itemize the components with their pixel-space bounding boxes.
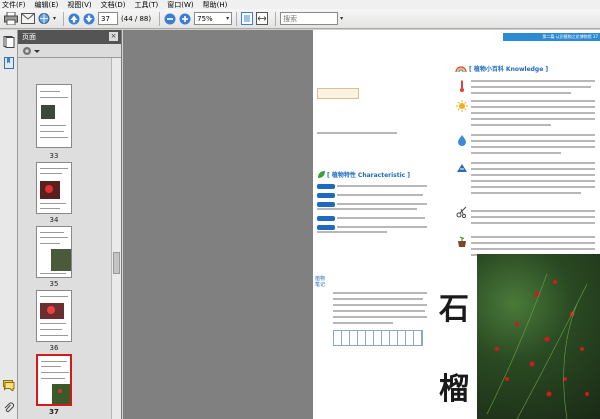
panel-header: 页面 × (18, 30, 121, 44)
pomegranate-photo (477, 254, 600, 419)
notes-grid (333, 330, 423, 346)
options-icon[interactable] (22, 46, 40, 56)
toolbar-divider (159, 11, 161, 26)
fit-page-icon (241, 12, 254, 25)
page-number-label: 34 (49, 216, 59, 224)
bookmarks-icon[interactable] (3, 57, 15, 69)
previous-page-button[interactable] (68, 11, 80, 26)
page-thumbnail[interactable] (36, 290, 72, 342)
title-char-1: 石 (439, 292, 469, 327)
title-char-2: 榴 (439, 372, 469, 407)
water-drop-icon (458, 135, 466, 146)
pdf-reader-window: 文件(F) 编辑(E) 视图(V) 文档(D) 工具(T) 窗口(W) 帮助(H… (0, 0, 600, 419)
envelope-icon (21, 13, 35, 24)
flower-dots (486, 273, 589, 419)
minus-circle-icon (164, 13, 176, 24)
thermometer-icon (460, 80, 464, 92)
page-number-label: 36 (49, 344, 59, 352)
chevron-down-icon: ▾ (226, 15, 230, 22)
toolbar: ▾ 37 (44 / 88) 75% ▾ 搜索 ▾ (0, 9, 600, 29)
menu-bar: 文件(F) 编辑(E) 视图(V) 文档(D) 工具(T) 窗口(W) 帮助(H… (0, 0, 600, 9)
scrollbar-thumb[interactable] (113, 252, 120, 274)
navigation-pane-strip (0, 30, 18, 419)
zoom-in-button[interactable] (179, 11, 191, 26)
characteristic-list (317, 184, 429, 254)
knowledge-heading: [ 植物小百科 Knowledge ] (455, 64, 595, 74)
thumbnails-scrollbar[interactable] (111, 58, 121, 419)
zoom-value: 75% (197, 14, 213, 23)
plus-circle-icon (179, 13, 191, 24)
page-number-label: 35 (49, 280, 59, 288)
print-button[interactable] (4, 11, 18, 26)
document-page-left: [ 植物特性 Characteristic ] 植物 笔记 (313, 30, 433, 419)
toolbar-divider (63, 11, 65, 26)
panel-options-bar (18, 44, 121, 58)
paperclip-globe-icon (38, 13, 50, 24)
characteristic-heading: [ 植物特性 Characteristic ] (317, 170, 429, 180)
toolbar-divider (275, 11, 277, 26)
page-thumbnails: 33 34 35 36 37 (18, 58, 111, 419)
attach-dropdown-button[interactable]: ▾ (38, 11, 56, 26)
page-thumbnail[interactable] (36, 84, 72, 148)
paperclip-icon[interactable] (3, 402, 15, 414)
printer-icon (4, 12, 18, 25)
search-options-chevron-icon[interactable]: ▾ (340, 15, 343, 22)
pages-icon[interactable] (3, 36, 15, 48)
arrow-down-icon (83, 13, 95, 24)
fit-width-icon (256, 12, 269, 25)
close-icon[interactable]: × (109, 32, 118, 41)
fit-width-button[interactable] (256, 11, 269, 26)
knowledge-title: [ 植物小百科 Knowledge ] (469, 66, 549, 73)
rainbow-icon (455, 66, 467, 73)
toolbar-divider (236, 11, 238, 26)
fertilizer-icon (457, 164, 467, 172)
zoom-out-button[interactable] (164, 11, 176, 26)
ruler-illustration (317, 88, 359, 99)
plant-notes-label: 植物 笔记 (315, 276, 326, 288)
page-number-label: 37 (49, 408, 59, 416)
page-thumbnail[interactable] (36, 162, 72, 214)
leaf-icon (318, 171, 325, 178)
chevron-down-icon: ▾ (53, 15, 57, 22)
arrow-up-icon (68, 13, 80, 24)
page-thumbnail[interactable] (36, 226, 72, 278)
email-button[interactable] (21, 11, 35, 26)
pages-panel: 页面 × 33 34 35 36 37 (18, 30, 122, 419)
page-number-input[interactable]: 37 (98, 12, 119, 25)
zoom-select[interactable]: 75% ▾ (194, 12, 233, 25)
sun-icon (456, 100, 468, 112)
comments-icon[interactable] (3, 379, 15, 391)
panel-title: 页面 (22, 33, 36, 41)
characteristic-title: [ 植物特性 Characteristic ] (327, 172, 411, 179)
fit-page-button[interactable] (241, 11, 254, 26)
page-number-label: 33 (49, 152, 59, 160)
next-page-button[interactable] (83, 11, 95, 26)
search-input[interactable]: 搜索 (280, 12, 339, 25)
pruning-shears-icon (456, 206, 467, 218)
document-page-right: 第二篇 认识植物之花博物馆 37 [ 植物小百科 Knowledge ] 石 榴 (433, 30, 600, 419)
pot-icon (458, 236, 466, 247)
page-header-text: 第二篇 认识植物之花博物馆 37 (542, 34, 598, 39)
page-thumbnail-selected[interactable] (36, 354, 72, 406)
document-view[interactable]: [ 植物特性 Characteristic ] 植物 笔记 第二篇 认识植物之花… (123, 30, 600, 419)
page-count-label: (44 / 88) (121, 14, 152, 23)
